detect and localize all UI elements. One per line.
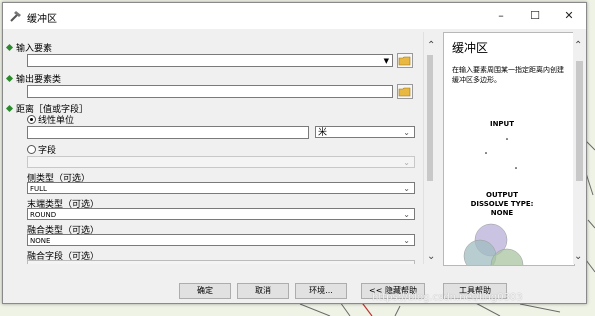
maximize-button[interactable]: ☐ [518, 3, 552, 29]
scroll-up-icon[interactable]: ⌃ [574, 40, 582, 51]
cancel-button[interactable]: 取消 [237, 283, 289, 299]
window-title: 缓冲区 [27, 14, 57, 25]
unit-select-value: 米 [318, 128, 328, 138]
required-marker-icon [5, 74, 14, 83]
environments-button[interactable]: 环境... [295, 283, 347, 299]
form-scrollbar-thumb[interactable] [427, 55, 433, 181]
input-features-combo[interactable]: ▼ [27, 54, 393, 67]
output-feature-class-label: 输出要素类 [5, 72, 61, 85]
help-scrollbar-thumb[interactable] [576, 61, 583, 181]
parameters-panel: 输入要素 ▼ 输出要素类 距离［值或字段］ 线性单位 米 ⌄ 字段 ⌄ 侧类型（… [3, 32, 423, 264]
scroll-down-icon[interactable]: ⌄ [574, 251, 582, 262]
required-marker-icon [5, 104, 14, 113]
hammer-icon [10, 11, 21, 22]
distance-field-select: ⌄ [27, 156, 415, 168]
output-feature-class-field[interactable] [27, 85, 393, 98]
help-panel: 缓冲区 在输入要素周围某一指定距离内创建缓冲区多边形。 INPUT OUTPUT… [443, 32, 575, 266]
unit-select[interactable]: 米 ⌄ [315, 126, 415, 138]
figure-input-label: INPUT [490, 120, 514, 128]
chevron-down-icon: ⌄ [403, 128, 410, 137]
input-features-label: 输入要素 [5, 41, 52, 54]
ok-button[interactable]: 确定 [179, 283, 231, 299]
help-title: 缓冲区 [452, 41, 489, 55]
end-type-value: ROUND [30, 211, 57, 219]
figure-dissolve-label: DISSOLVE TYPE: [471, 200, 534, 208]
dissolve-type-value: NONE [30, 237, 51, 245]
chevron-down-icon: ⌄ [403, 158, 410, 167]
browse-folder-icon[interactable] [397, 84, 413, 99]
end-type-select[interactable]: ROUND ⌄ [27, 208, 415, 220]
buffer-tool-dialog: 缓冲区 – ☐ ✕ 输入要素 ▼ 输出要素类 距离［值或字段］ 线性单位 米 ⌄… [2, 2, 587, 304]
title-bar: 缓冲区 – ☐ ✕ [3, 3, 586, 29]
watermark: https://blog.csdn.net/ling0303 [372, 292, 523, 303]
dissolve-field-list[interactable] [27, 260, 415, 264]
dropdown-arrow-icon: ▼ [383, 57, 389, 65]
linear-unit-radio[interactable]: 线性单位 [27, 113, 74, 126]
required-marker-icon [5, 43, 14, 52]
chevron-down-icon: ⌄ [403, 184, 410, 193]
close-button[interactable]: ✕ [552, 3, 586, 29]
radio-selected-icon [27, 115, 36, 124]
linear-distance-input[interactable] [27, 126, 309, 139]
side-type-value: FULL [30, 185, 47, 193]
scroll-down-icon[interactable]: ⌄ [427, 251, 435, 262]
browse-folder-icon[interactable] [397, 53, 413, 68]
side-type-select[interactable]: FULL ⌄ [27, 182, 415, 194]
dissolve-type-select[interactable]: NONE ⌄ [27, 234, 415, 246]
chevron-down-icon: ⌄ [403, 210, 410, 219]
minimize-button[interactable]: – [484, 3, 518, 29]
figure-none-label: NONE [491, 209, 514, 217]
chevron-down-icon: ⌄ [403, 236, 410, 245]
figure-output-label: OUTPUT [486, 191, 518, 199]
scroll-up-icon[interactable]: ⌃ [427, 40, 435, 51]
buffer-illustration: INPUT OUTPUT DISSOLVE TYPE: NONE [463, 120, 534, 265]
field-radio[interactable]: 字段 [27, 143, 56, 156]
radio-unselected-icon [27, 145, 36, 154]
help-description: 在输入要素周围某一指定距离内创建缓冲区多边形。 [452, 66, 564, 84]
